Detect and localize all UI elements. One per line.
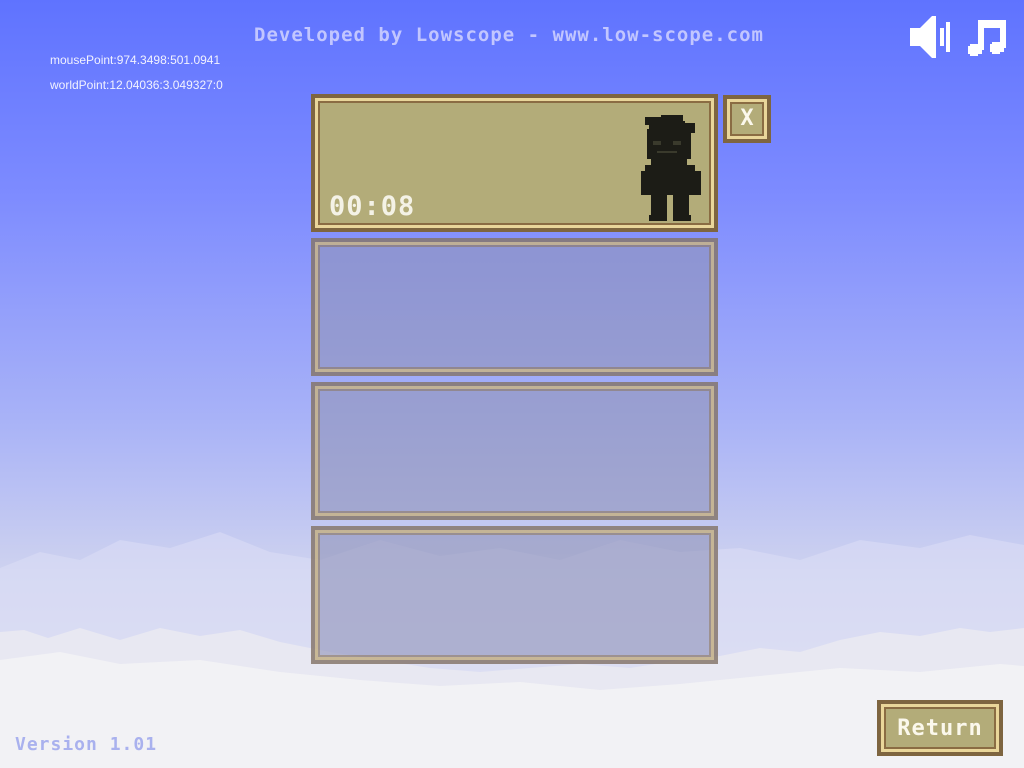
- version-label: Version 1.01: [15, 734, 158, 755]
- speaker-icon[interactable]: [906, 14, 950, 60]
- return-button[interactable]: Return: [877, 700, 1003, 756]
- save-slot-1[interactable]: 00:08: [311, 94, 718, 232]
- character-silhouette-icon: [641, 115, 701, 221]
- save-slot-playtime: 00:08: [329, 191, 416, 222]
- save-slot-4[interactable]: [311, 526, 718, 664]
- delete-save-button[interactable]: X: [723, 95, 771, 143]
- game-screen: Developed by Lowscope - www.low-scope.co…: [0, 0, 1024, 768]
- save-slot-2[interactable]: [311, 238, 718, 376]
- developer-credit: Developed by Lowscope - www.low-scope.co…: [254, 24, 764, 46]
- debug-world-point: worldPoint:12.04036:3.049327:0: [50, 78, 223, 92]
- music-note-icon[interactable]: [966, 14, 1010, 60]
- return-button-label: Return: [897, 715, 983, 741]
- save-slot-3[interactable]: [311, 382, 718, 520]
- debug-mouse-point: mousePoint:974.3498:501.0941: [50, 53, 221, 67]
- close-icon: X: [740, 106, 754, 131]
